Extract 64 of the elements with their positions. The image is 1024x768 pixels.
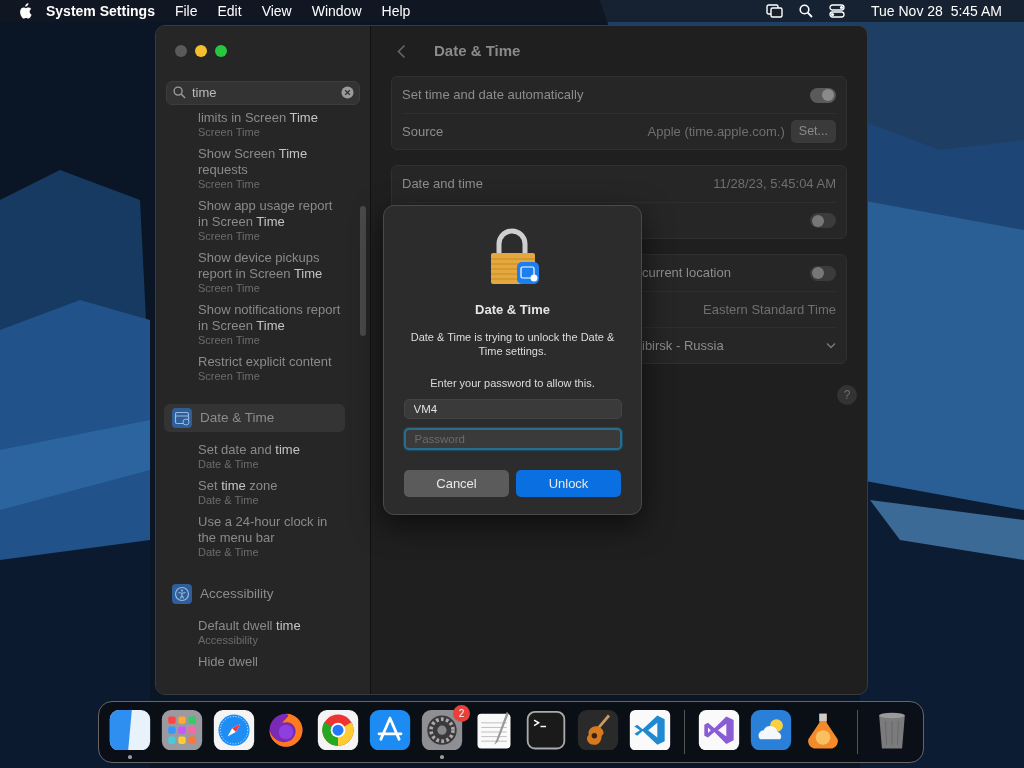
menu-item[interactable]: File xyxy=(164,0,208,22)
menu-clock[interactable]: Tue Nov 28 5:45 AM xyxy=(861,0,1012,22)
sidebar-category[interactable]: Date & Time xyxy=(164,404,345,432)
gear-icon[interactable] xyxy=(420,710,464,751)
search-result[interactable]: limits in Screen Time Screen Time xyxy=(156,110,370,146)
dialog-message: Date & Time is trying to unlock the Date & Time settings. xyxy=(409,329,616,358)
control-center-icon[interactable] xyxy=(829,4,845,18)
search-result[interactable]: Set date and time Date & Time xyxy=(156,442,370,478)
round-logo-icon[interactable] xyxy=(316,710,360,751)
page-title: Date & Time xyxy=(434,40,521,61)
unlock-button[interactable]: Unlock xyxy=(516,470,621,497)
search-result[interactable]: Set time zone Date & Time xyxy=(156,478,370,514)
search-icon xyxy=(173,86,186,99)
setting-label: Source xyxy=(402,122,444,141)
menu-item[interactable]: View xyxy=(251,0,302,22)
setting-label: Set time and date automatically xyxy=(402,86,584,105)
scrollbar-thumb[interactable] xyxy=(360,206,366,336)
search-result[interactable]: Show notifications report in Screen Time Screen Time xyxy=(156,302,370,354)
time-zone-dropdown[interactable]: ibirsk - Russia xyxy=(642,335,836,356)
chevron-down-icon xyxy=(826,342,836,349)
cancel-button[interactable]: Cancel xyxy=(404,470,509,497)
guitar-icon[interactable] xyxy=(576,710,620,751)
minimize-button[interactable] xyxy=(195,45,207,57)
toggle-switch[interactable] xyxy=(810,87,836,103)
app-menu[interactable]: System Settings xyxy=(32,0,165,22)
search-result[interactable]: Show app usage report in Screen Time Screen Time xyxy=(156,198,370,250)
username-field[interactable]: VM4 xyxy=(403,399,622,419)
search-icon[interactable] xyxy=(799,4,813,18)
search-result[interactable]: Show device pickups report in Screen Time Screen Time xyxy=(156,250,370,302)
setting-value: Eastern Standard Time xyxy=(703,300,836,319)
setting-label: current location xyxy=(642,264,731,283)
setting-value: Apple (time.apple.com.) xyxy=(647,122,785,141)
infinity-icon[interactable] xyxy=(697,710,741,751)
clear-icon[interactable] xyxy=(341,86,354,99)
back-icon[interactable] xyxy=(397,43,406,59)
weather-icon[interactable] xyxy=(749,710,793,751)
sidebar-category[interactable]: Accessibility xyxy=(164,580,345,608)
app-store-icon[interactable] xyxy=(368,710,412,751)
toggle-switch[interactable] xyxy=(810,265,836,281)
terminal-icon[interactable] xyxy=(524,710,568,751)
search-result[interactable]: Restrict explicit content Screen Time xyxy=(156,354,370,390)
search-result[interactable]: Show Screen Time requests Screen Time xyxy=(156,146,370,198)
setting-label: Date and time xyxy=(402,175,483,194)
zoom-button[interactable] xyxy=(215,45,227,57)
code-editor-icon[interactable] xyxy=(628,710,672,751)
menu-item[interactable]: Window xyxy=(301,0,372,22)
setting-value: 11/28/23, 5:45:04 AM xyxy=(713,175,836,194)
search-field[interactable]: time xyxy=(166,80,360,105)
dialog-prompt: Enter your password to allow this. xyxy=(430,375,595,391)
toggle-switch[interactable] xyxy=(810,213,836,228)
app-grid-icon[interactable] xyxy=(160,710,204,751)
calendar-icon xyxy=(172,408,192,428)
finder-icon[interactable] xyxy=(108,710,152,751)
search-result[interactable]: Default dwell time Accessibility xyxy=(156,618,370,654)
accessibility-icon xyxy=(172,584,192,604)
apple-menu-icon[interactable] xyxy=(18,3,32,19)
search-result[interactable]: Use a 24-hour clock in the menu bar Date & Time xyxy=(156,514,370,566)
dialog-title: Date & Time xyxy=(475,301,550,319)
compass-icon[interactable] xyxy=(212,710,256,751)
menu-item[interactable]: Help xyxy=(371,0,421,22)
notification-badge: 2 xyxy=(453,705,470,722)
screen-mirroring-icon[interactable] xyxy=(766,4,783,18)
search-result[interactable]: Hide dwell xyxy=(156,654,370,677)
menu-item[interactable]: Edit xyxy=(207,0,252,22)
